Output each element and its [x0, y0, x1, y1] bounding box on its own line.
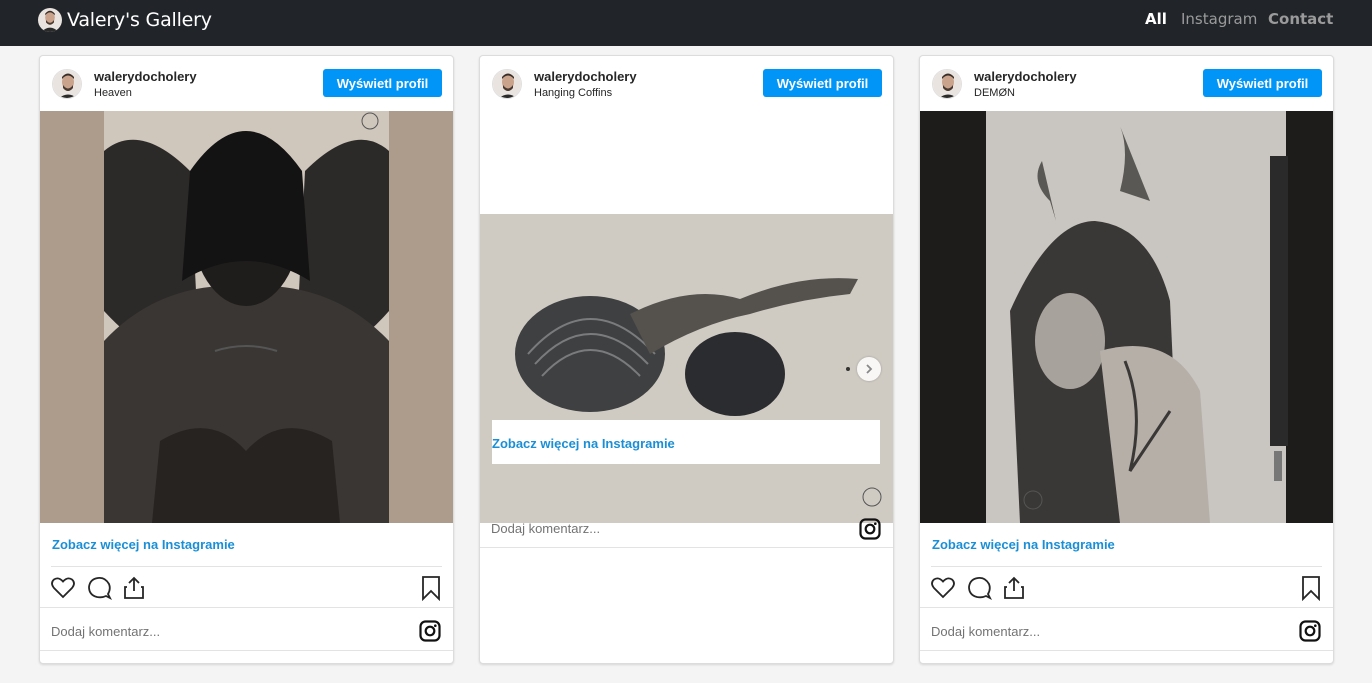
divider — [40, 607, 453, 608]
comment-input[interactable]: Dodaj komentarz... — [51, 624, 160, 639]
instagram-embed-card: walerydocholery Heaven Wyświetl profil Z… — [39, 55, 454, 664]
post-actions — [920, 575, 1333, 611]
top-navbar: Valery's Gallery All Instagram Contact — [0, 0, 1372, 46]
nav-instagram[interactable]: Instagram — [1181, 10, 1257, 28]
comment-bubble-icon[interactable] — [86, 575, 112, 601]
card-header: walerydocholery DEMØN Wyświetl profil — [920, 56, 1333, 111]
avatar[interactable] — [492, 69, 522, 99]
post-actions — [40, 575, 453, 611]
card-header: walerydocholery Hanging Coffins Wyświetl… — [480, 56, 893, 111]
like-heart-icon[interactable] — [50, 575, 76, 601]
divider — [51, 566, 442, 567]
divider — [480, 547, 893, 548]
view-more-link[interactable]: Zobacz więcej na Instagramie — [492, 436, 675, 451]
instagram-embed-card: walerydocholery DEMØN Wyświetl profil Zo… — [919, 55, 1334, 664]
instagram-icon[interactable] — [419, 620, 441, 642]
post-username[interactable]: walerydocholery — [974, 69, 1077, 84]
share-icon[interactable] — [1001, 575, 1027, 601]
divider — [40, 650, 453, 651]
card-header: walerydocholery Heaven Wyświetl profil — [40, 56, 453, 111]
post-image[interactable] — [40, 111, 453, 523]
like-heart-icon[interactable] — [930, 575, 956, 601]
view-more-link[interactable]: Zobacz więcej na Instagramie — [52, 537, 235, 552]
comment-input[interactable]: Dodaj komentarz... — [491, 521, 600, 536]
instagram-embed-card: walerydocholery Hanging Coffins Wyświetl… — [479, 55, 894, 664]
bookmark-icon[interactable] — [418, 575, 444, 601]
avatar[interactable] — [52, 69, 82, 99]
instagram-icon[interactable] — [1299, 620, 1321, 642]
nav-contact[interactable]: Contact — [1268, 10, 1333, 28]
divider — [920, 650, 1333, 651]
share-icon[interactable] — [121, 575, 147, 601]
bookmark-icon[interactable] — [1298, 575, 1324, 601]
post-username[interactable]: walerydocholery — [94, 69, 197, 84]
brand-avatar — [38, 8, 62, 32]
view-more-link[interactable]: Zobacz więcej na Instagramie — [932, 537, 1115, 552]
view-profile-button[interactable]: Wyświetl profil — [1203, 69, 1322, 97]
brand-link[interactable]: Valery's Gallery — [38, 8, 212, 32]
post-image[interactable]: Zobacz więcej na Instagramie — [480, 214, 893, 523]
post-caption: Hanging Coffins — [534, 87, 613, 99]
post-image[interactable] — [920, 111, 1333, 523]
avatar[interactable] — [932, 69, 962, 99]
chevron-right-icon — [866, 364, 873, 374]
nav-all[interactable]: All — [1145, 10, 1167, 28]
comment-input[interactable]: Dodaj komentarz... — [931, 624, 1040, 639]
view-profile-button[interactable]: Wyświetl profil — [763, 69, 882, 97]
instagram-icon[interactable] — [859, 518, 881, 540]
next-slide-button[interactable] — [857, 357, 881, 381]
divider — [920, 607, 1333, 608]
view-profile-button[interactable]: Wyświetl profil — [323, 69, 442, 97]
post-caption: Heaven — [94, 87, 132, 99]
comment-bubble-icon[interactable] — [966, 575, 992, 601]
brand-title: Valery's Gallery — [67, 9, 212, 31]
post-caption: DEMØN — [974, 87, 1015, 99]
divider — [931, 566, 1322, 567]
post-username[interactable]: walerydocholery — [534, 69, 637, 84]
